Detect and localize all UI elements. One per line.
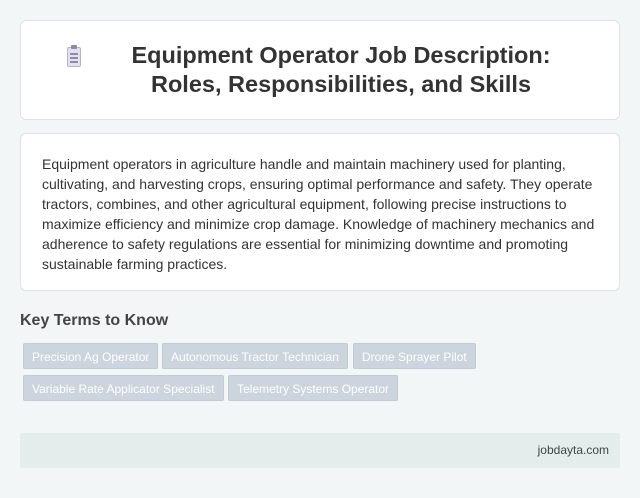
footer-site-link[interactable]: jobdayta.com — [538, 443, 609, 457]
title-row: Equipment Operator Job Description: Role… — [63, 41, 577, 99]
page-title: Equipment Operator Job Description: Role… — [131, 42, 551, 97]
tag-variable-rate-applicator-specialist[interactable]: Variable Rate Applicator Specialist — [23, 375, 224, 401]
key-terms-heading: Key Terms to Know — [20, 312, 169, 329]
title-card: Equipment Operator Job Description: Role… — [20, 20, 620, 120]
description-text: Equipment operators in agriculture handl… — [42, 156, 595, 272]
document-icon — [63, 45, 85, 71]
tag-drone-sprayer-pilot[interactable]: Drone Sprayer Pilot — [353, 343, 476, 369]
description-card: Equipment operators in agriculture handl… — [20, 133, 620, 291]
footer: jobdayta.com — [20, 433, 620, 468]
tag-telemetry-systems-operator[interactable]: Telemetry Systems Operator — [228, 375, 399, 401]
tag-autonomous-tractor-technician[interactable]: Autonomous Tractor Technician — [162, 343, 348, 369]
tag-precision-ag-operator[interactable]: Precision Ag Operator — [23, 343, 159, 369]
